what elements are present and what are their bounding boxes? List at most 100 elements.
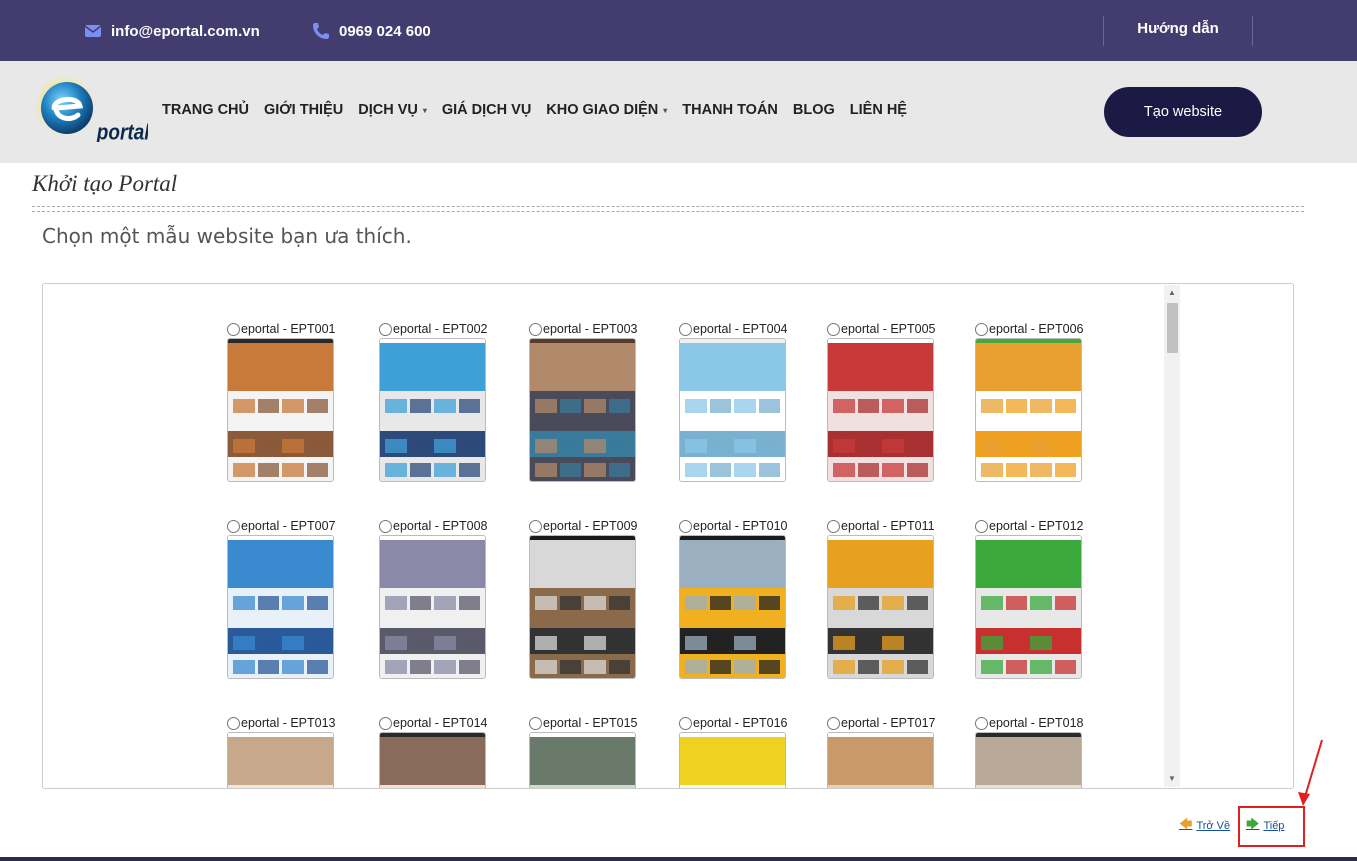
thumbnail-block [434, 439, 456, 453]
template-option[interactable]: eportal - EPT015 [529, 715, 639, 788]
template-label[interactable]: eportal - EPT011 [827, 518, 937, 534]
template-radio[interactable] [529, 322, 542, 336]
template-radio[interactable] [379, 716, 392, 730]
template-thumbnail[interactable] [379, 338, 486, 482]
template-label[interactable]: eportal - EPT007 [227, 518, 337, 534]
template-option[interactable]: eportal - EPT007 [227, 518, 337, 679]
nav-item[interactable]: DỊCH VỤ ▾ [358, 102, 427, 118]
template-thumbnail[interactable] [679, 338, 786, 482]
thumbnail-block [1054, 636, 1076, 650]
template-radio[interactable] [529, 716, 542, 730]
template-option[interactable]: eportal - EPT004 [679, 321, 789, 482]
template-radio[interactable] [827, 716, 840, 730]
template-thumbnail[interactable] [379, 535, 486, 679]
thumbnail-row [981, 399, 1076, 413]
template-radio[interactable] [975, 322, 988, 336]
create-website-button[interactable]: Tạo website [1104, 87, 1262, 137]
thumbnail-row [385, 439, 480, 453]
thumbnail-block [559, 660, 581, 674]
template-radio[interactable] [379, 519, 392, 533]
template-label[interactable]: eportal - EPT018 [975, 715, 1085, 731]
template-thumbnail[interactable] [975, 338, 1082, 482]
template-radio[interactable] [679, 322, 692, 336]
template-radio[interactable] [975, 519, 988, 533]
template-label[interactable]: eportal - EPT014 [379, 715, 489, 731]
scroll-down-icon[interactable]: ▼ [1164, 771, 1180, 787]
template-thumbnail[interactable] [529, 535, 636, 679]
nav-item[interactable]: GIỚI THIỆU [264, 102, 343, 118]
scrollbar-thumb[interactable] [1167, 303, 1178, 353]
template-thumbnail[interactable] [679, 535, 786, 679]
phone-link[interactable]: 0969 024 600 [311, 20, 431, 42]
nav-item-label: KHO GIAO DIỆN [546, 102, 659, 118]
thumbnail-row [233, 660, 328, 674]
template-thumbnail[interactable] [975, 535, 1082, 679]
eportal-logo[interactable]: portal [36, 78, 148, 142]
template-option[interactable]: eportal - EPT005 [827, 321, 937, 482]
thumbnail-block [282, 439, 304, 453]
template-thumbnail[interactable] [679, 732, 786, 788]
template-label[interactable]: eportal - EPT005 [827, 321, 937, 337]
template-label[interactable]: eportal - EPT012 [975, 518, 1085, 534]
template-option[interactable]: eportal - EPT006 [975, 321, 1085, 482]
template-label[interactable]: eportal - EPT003 [529, 321, 639, 337]
nav-item[interactable]: GIÁ DỊCH VỤ [442, 102, 531, 118]
nav-item[interactable]: BLOG [793, 102, 835, 118]
template-radio[interactable] [227, 519, 240, 533]
template-option[interactable]: eportal - EPT014 [379, 715, 489, 788]
template-option[interactable]: eportal - EPT010 [679, 518, 789, 679]
template-thumbnail[interactable] [975, 732, 1082, 788]
nav-item[interactable]: KHO GIAO DIỆN ▾ [546, 102, 667, 118]
template-thumbnail[interactable] [379, 732, 486, 788]
template-option[interactable]: eportal - EPT003 [529, 321, 639, 482]
template-option[interactable]: eportal - EPT016 [679, 715, 789, 788]
help-link[interactable]: Hướng dẫn [1104, 20, 1252, 37]
template-radio[interactable] [975, 716, 988, 730]
template-option[interactable]: eportal - EPT002 [379, 321, 489, 482]
template-radio[interactable] [227, 322, 240, 336]
nav-item[interactable]: TRANG CHỦ [162, 102, 249, 118]
nav-item[interactable]: LIÊN HỆ [850, 102, 907, 118]
scrollbar[interactable]: ▲ ▼ [1164, 285, 1180, 787]
template-option[interactable]: eportal - EPT009 [529, 518, 639, 679]
template-thumbnail[interactable] [827, 338, 934, 482]
scroll-up-icon[interactable]: ▲ [1164, 285, 1180, 301]
template-radio[interactable] [379, 322, 392, 336]
template-label[interactable]: eportal - EPT016 [679, 715, 789, 731]
template-thumbnail[interactable] [529, 732, 636, 788]
template-thumbnail[interactable] [529, 338, 636, 482]
template-label[interactable]: eportal - EPT006 [975, 321, 1085, 337]
template-radio[interactable] [227, 716, 240, 730]
template-thumbnail[interactable] [227, 732, 334, 788]
template-thumbnail[interactable] [827, 535, 934, 679]
email-link[interactable]: info@eportal.com.vn [83, 20, 260, 42]
nav-item[interactable]: THANH TOÁN [682, 102, 778, 118]
thumbnail-block [434, 596, 456, 610]
template-option[interactable]: eportal - EPT018 [975, 715, 1085, 788]
template-label[interactable]: eportal - EPT009 [529, 518, 639, 534]
template-label[interactable]: eportal - EPT017 [827, 715, 937, 731]
back-link[interactable]: 🡄 Trở Về [1179, 815, 1230, 837]
template-label[interactable]: eportal - EPT002 [379, 321, 489, 337]
template-radio[interactable] [827, 519, 840, 533]
template-option[interactable]: eportal - EPT001 [227, 321, 337, 482]
template-radio[interactable] [679, 716, 692, 730]
template-label[interactable]: eportal - EPT015 [529, 715, 639, 731]
template-option[interactable]: eportal - EPT017 [827, 715, 937, 788]
template-option[interactable]: eportal - EPT011 [827, 518, 937, 679]
template-radio[interactable] [679, 519, 692, 533]
template-label[interactable]: eportal - EPT013 [227, 715, 337, 731]
template-label[interactable]: eportal - EPT008 [379, 518, 489, 534]
template-option[interactable]: eportal - EPT013 [227, 715, 337, 788]
template-option[interactable]: eportal - EPT012 [975, 518, 1085, 679]
template-radio[interactable] [827, 322, 840, 336]
template-label[interactable]: eportal - EPT010 [679, 518, 789, 534]
template-label[interactable]: eportal - EPT004 [679, 321, 789, 337]
template-option[interactable]: eportal - EPT008 [379, 518, 489, 679]
template-thumbnail[interactable] [827, 732, 934, 788]
template-label[interactable]: eportal - EPT001 [227, 321, 337, 337]
template-gallery[interactable]: ▲ ▼ eportal - EPT001 eportal - EPT002 epor… [42, 283, 1294, 789]
template-radio[interactable] [529, 519, 542, 533]
template-thumbnail[interactable] [227, 338, 334, 482]
template-thumbnail[interactable] [227, 535, 334, 679]
